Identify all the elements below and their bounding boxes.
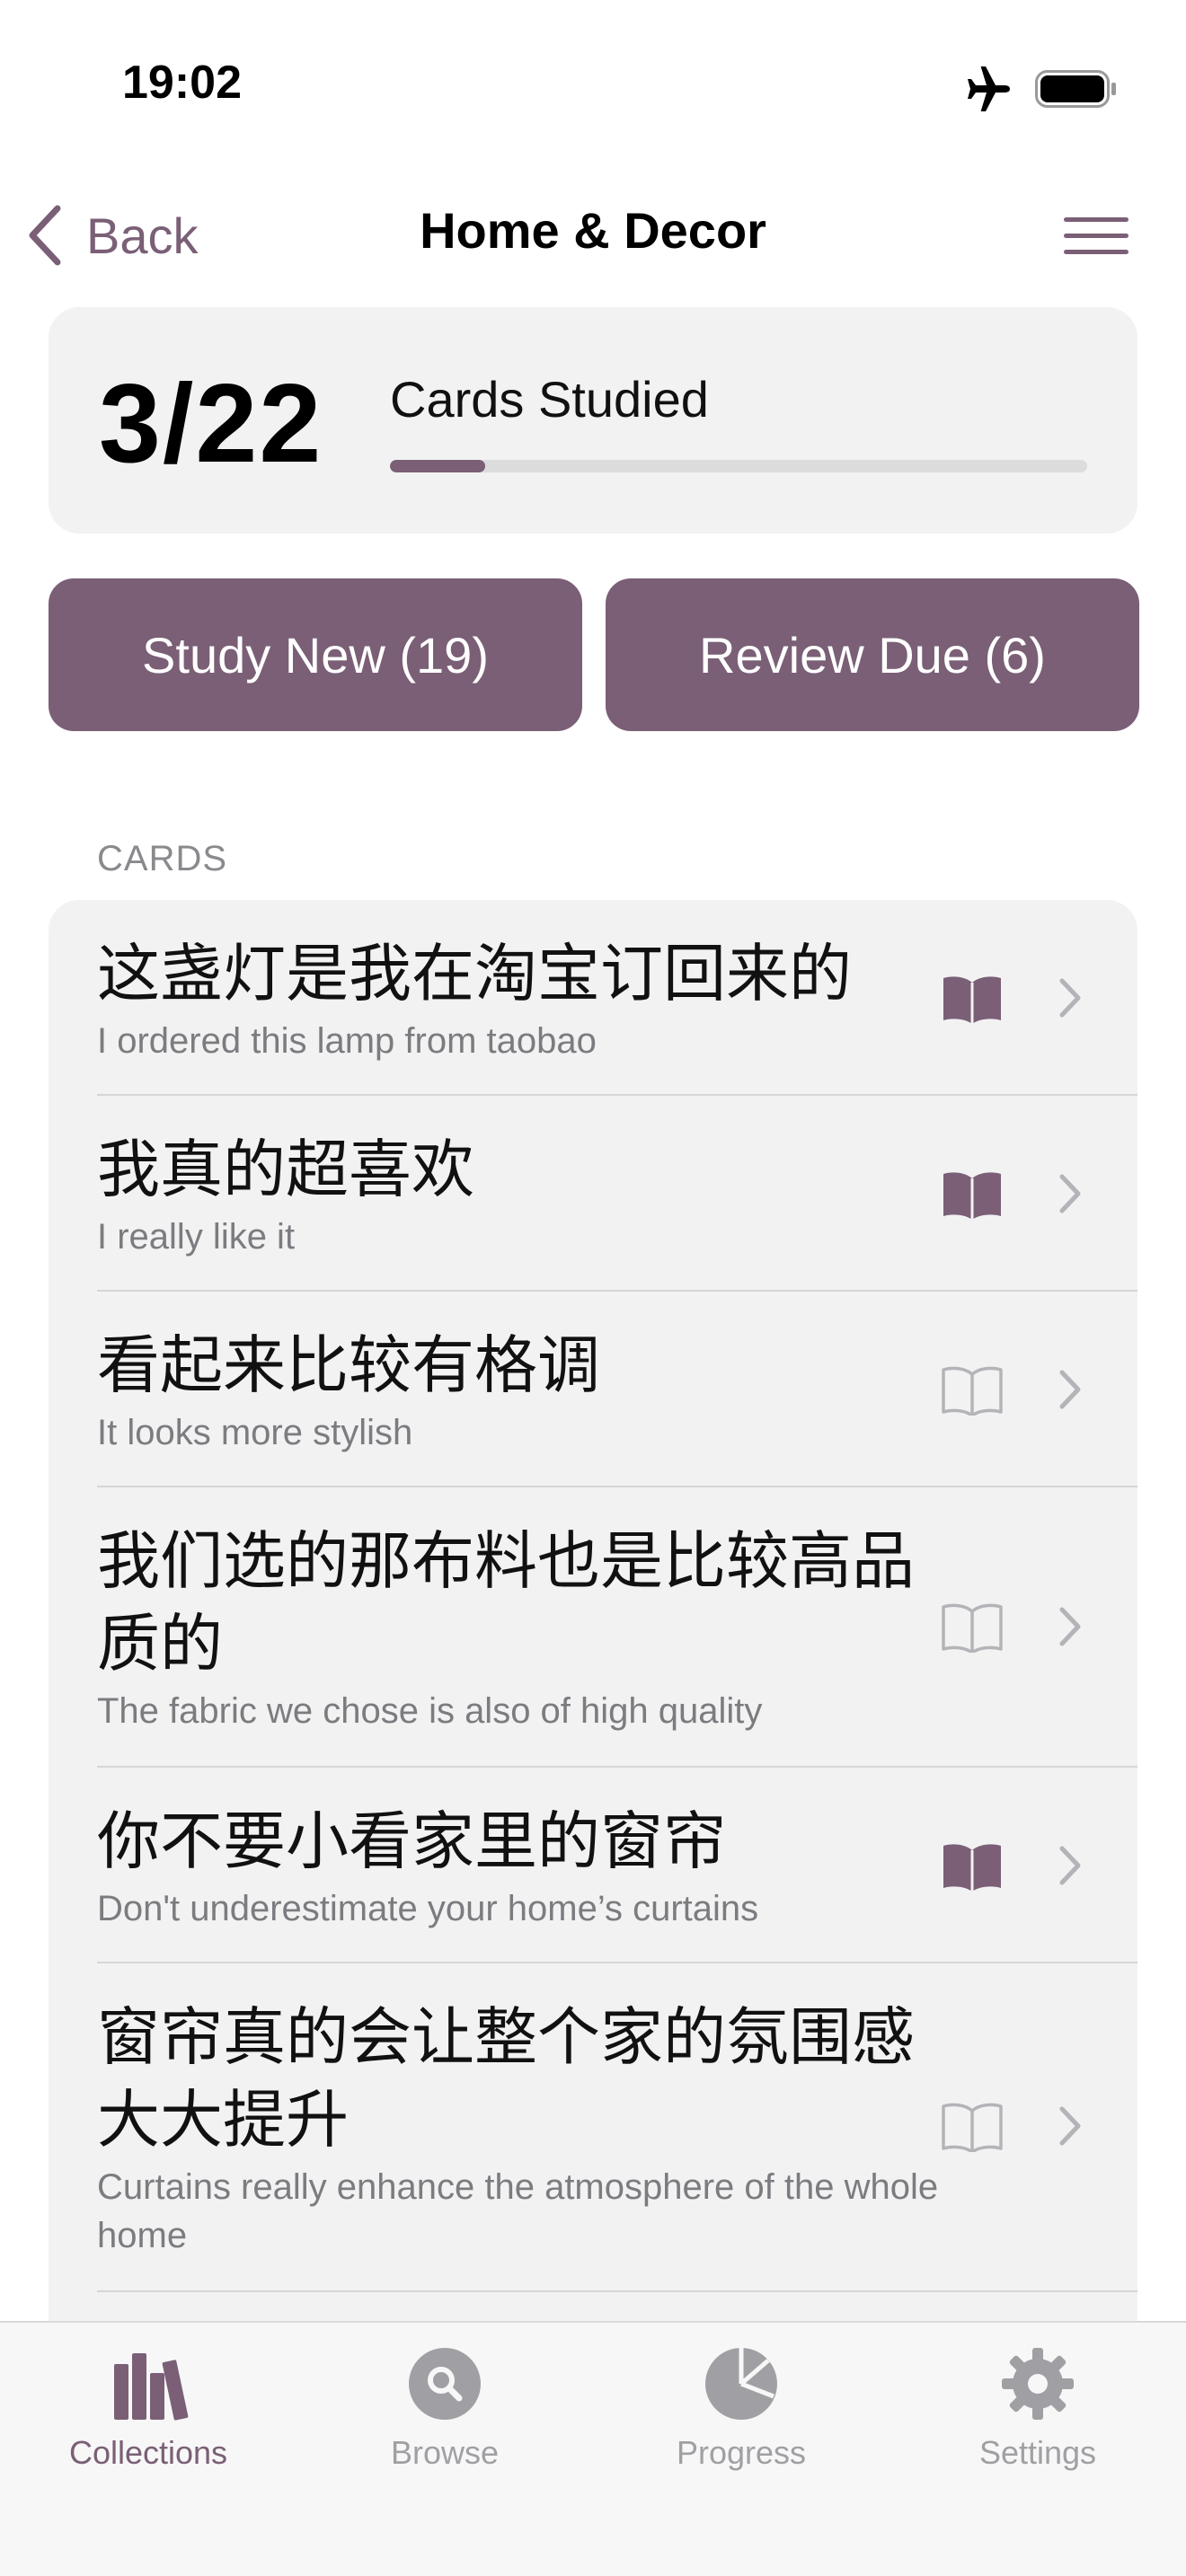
gear-icon	[1002, 2348, 1074, 2420]
card-chinese-text: 看起来比较有格调	[97, 1328, 600, 1402]
chevron-right-icon	[1059, 978, 1081, 1018]
chevron-right-icon	[1059, 2106, 1081, 2146]
tab-browse[interactable]: Browse	[296, 2341, 593, 2520]
book-outline-icon	[942, 1603, 1003, 1653]
tab-bar: Collections Browse Progress Settings	[0, 2321, 1186, 2576]
card-english-text: I ordered this lamp from taobao	[97, 1021, 597, 1061]
book-outline-icon	[942, 2103, 1003, 2152]
tab-label: Collections	[68, 2434, 228, 2471]
review-due-button[interactable]: Review Due (6)	[606, 578, 1139, 731]
chevron-left-icon	[29, 205, 61, 266]
study-new-button[interactable]: Study New (19)	[49, 578, 582, 731]
status-bar: 19:02	[0, 0, 1186, 171]
chevron-right-icon	[1059, 1174, 1081, 1213]
tab-settings[interactable]: Settings	[890, 2341, 1186, 2520]
tab-label: Settings	[978, 2434, 1097, 2471]
card-row[interactable]: 你不要小看家里的窗帘 Don't underestimate your home…	[49, 1768, 1137, 1963]
book-filled-icon	[943, 976, 1001, 1024]
tab-label: Browse	[390, 2434, 500, 2471]
back-label: Back	[86, 207, 199, 264]
screen: 19:02 Back Home & Decor 3/22 Cards Studi…	[0, 0, 1186, 2576]
card-english-text: I really like it	[97, 1217, 296, 1257]
card-english-text: Don't underestimate your home’s curtains	[97, 1889, 759, 1928]
pie-chart-icon	[705, 2348, 777, 2420]
cards-studied-count: 3/22	[99, 362, 323, 486]
card-english-text: Curtains really enhance the atmosphere o…	[97, 2167, 939, 2255]
card-row[interactable]: 窗帘真的会让整个家的氛围感大大提升 Curtains really enhanc…	[49, 1963, 1137, 2292]
card-list: 这盏灯是我在淘宝订回来的 I ordered this lamp from ta…	[49, 900, 1137, 2328]
card-chinese-text: 我真的超喜欢	[97, 1133, 474, 1206]
book-filled-icon	[943, 1172, 1001, 1220]
cards-section-header: CARDS	[97, 839, 228, 878]
card-row[interactable]: 我真的超喜欢 I really like it	[49, 1096, 1137, 1292]
card-english-text: The fabric we chose is also of high qual…	[97, 1691, 763, 1731]
magnifier-icon	[409, 2348, 481, 2420]
tab-progress[interactable]: Progress	[593, 2341, 890, 2520]
battery-icon	[1035, 70, 1116, 108]
book-outline-icon	[942, 1366, 1003, 1416]
card-chinese-text: 窗帘真的会让整个家的氛围感大大提升	[97, 2000, 915, 2157]
progress-card: 3/22 Cards Studied	[49, 307, 1137, 534]
books-icon	[114, 2353, 189, 2421]
progress-bar	[390, 460, 1087, 472]
card-row[interactable]: 我们选的那布料也是比较高品质的 The fabric we chose is a…	[49, 1487, 1137, 1768]
card-row[interactable]: 这盏灯是我在淘宝订回来的 I ordered this lamp from ta…	[49, 900, 1137, 1096]
tab-collections[interactable]: Collections	[0, 2341, 296, 2520]
chevron-right-icon	[1059, 1846, 1081, 1885]
book-filled-icon	[943, 1844, 1001, 1892]
cards-studied-label: Cards Studied	[390, 371, 709, 428]
card-row[interactable]: 看起来比较有格调 It looks more stylish	[49, 1292, 1137, 1487]
hamburger-menu-icon	[1064, 217, 1128, 222]
menu-button[interactable]	[1060, 208, 1132, 262]
back-button[interactable]: Back	[22, 199, 199, 271]
progress-bar-fill	[390, 460, 485, 472]
navigation-bar: Back Home & Decor	[0, 171, 1186, 296]
status-time: 19:02	[122, 57, 242, 109]
card-chinese-text: 我们选的那布料也是比较高品质的	[97, 1524, 915, 1681]
card-chinese-text: 这盏灯是我在淘宝订回来的	[97, 937, 852, 1010]
card-english-text: It looks more stylish	[97, 1413, 413, 1452]
airplane-mode-icon	[968, 66, 1010, 111]
chevron-right-icon	[1059, 1370, 1081, 1409]
chevron-right-icon	[1059, 1607, 1081, 1646]
card-chinese-text: 你不要小看家里的窗帘	[97, 1804, 726, 1878]
tab-label: Progress	[676, 2434, 807, 2471]
